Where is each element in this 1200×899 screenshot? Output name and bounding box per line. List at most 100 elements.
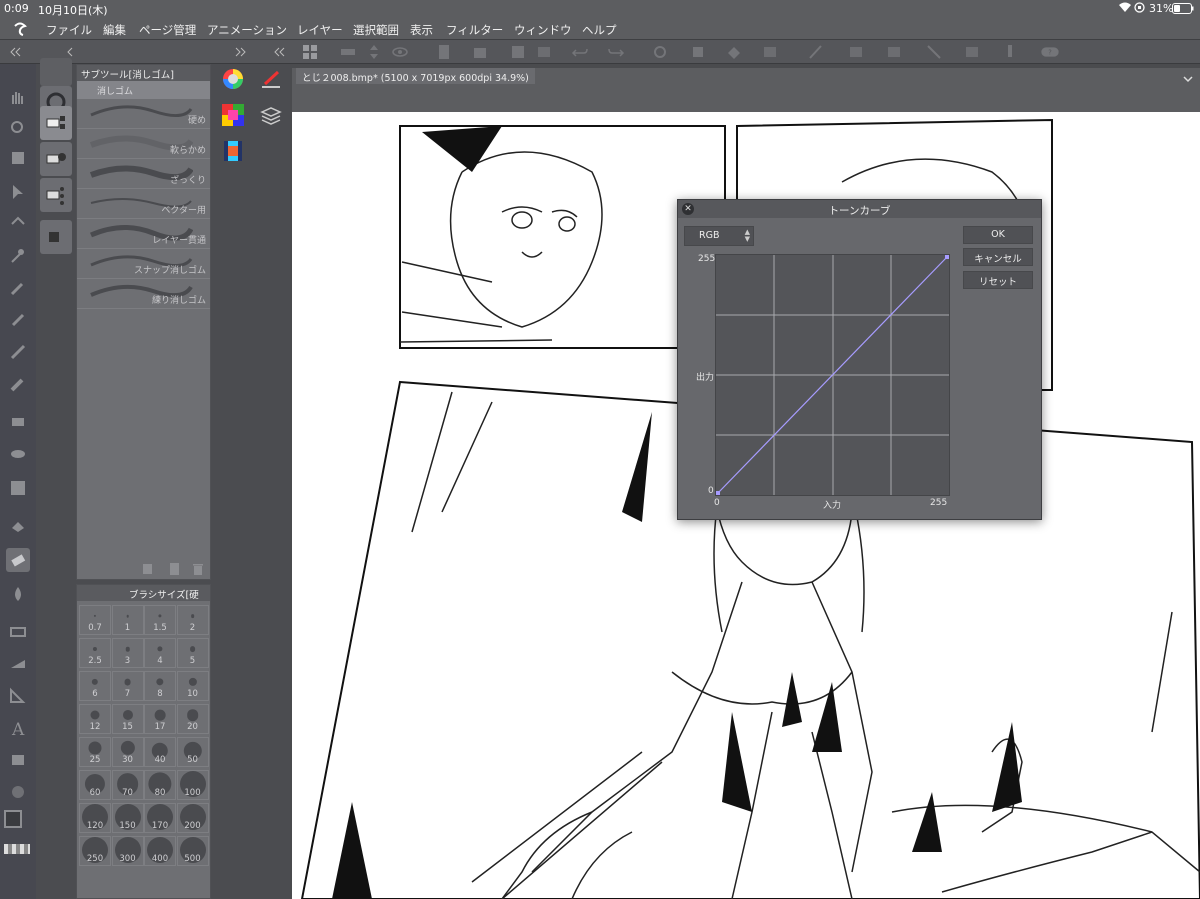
brush-size-option[interactable]: 120 <box>79 803 111 833</box>
subtool-item[interactable]: 練り消しゴム <box>77 279 210 309</box>
curve-control-point[interactable] <box>945 255 949 259</box>
brush-size-option[interactable]: 4 <box>144 638 176 668</box>
collapse-right-icon[interactable] <box>230 43 250 61</box>
menu-animation[interactable]: アニメーション <box>207 22 287 38</box>
brush-size-option[interactable]: 200 <box>176 803 209 833</box>
ruler-tool-icon[interactable] <box>6 684 30 708</box>
subtool-item[interactable]: 軟らかめ <box>77 129 210 159</box>
brush-size-option[interactable]: 250 <box>79 836 111 866</box>
gradient-icon[interactable] <box>6 476 30 500</box>
channel-select[interactable]: RGB ▲ ▼ <box>684 226 754 246</box>
help-icon[interactable]: ? <box>1040 43 1070 61</box>
brush-size-option[interactable]: 50 <box>176 737 209 767</box>
move-icon[interactable] <box>6 146 30 170</box>
brush-size-option[interactable]: 70 <box>111 770 144 800</box>
brush-size-option[interactable]: 30 <box>111 737 144 767</box>
menu-layer[interactable]: レイヤー <box>297 22 343 38</box>
blend-icon[interactable] <box>6 582 30 606</box>
ok-button[interactable]: OK <box>963 226 1033 244</box>
reset-button[interactable]: リセット <box>963 271 1033 289</box>
save-icon[interactable] <box>508 43 528 61</box>
hand-icon[interactable] <box>6 86 30 110</box>
pencil-icon[interactable] <box>6 340 30 364</box>
balloon-icon[interactable] <box>6 748 30 772</box>
tool-group-eraser-vector[interactable] <box>40 178 72 212</box>
brush-size-option[interactable]: 0.7 <box>79 605 111 635</box>
animation-timeline-icon[interactable] <box>222 140 244 162</box>
layers-icon[interactable] <box>259 104 283 128</box>
copy-subtool-icon[interactable] <box>141 561 155 575</box>
brush-size-option[interactable]: 100 <box>176 770 209 800</box>
airbrush-icon[interactable] <box>6 410 30 434</box>
menu-selection[interactable]: 選択範囲 <box>353 22 399 38</box>
clear-icon[interactable] <box>760 43 780 61</box>
zoom-icon[interactable] <box>6 116 30 140</box>
clip-studio-logo-icon[interactable] <box>12 21 28 37</box>
lasso-icon[interactable] <box>6 212 30 236</box>
select-icon[interactable] <box>846 43 866 61</box>
figure-icon[interactable] <box>6 620 30 644</box>
crop-icon[interactable] <box>884 43 904 61</box>
brush-size-option[interactable]: 300 <box>111 836 144 866</box>
text-tool-icon[interactable]: A <box>6 716 30 740</box>
brush-size-option[interactable]: 2 <box>176 605 209 635</box>
brush-size-option[interactable]: 40 <box>144 737 176 767</box>
brush-size-option[interactable]: 400 <box>144 836 176 866</box>
touch-icon[interactable] <box>1000 43 1020 61</box>
brush-size-option[interactable]: 8 <box>144 671 176 701</box>
pen-icon[interactable] <box>806 43 826 61</box>
brush-size-option[interactable]: 3 <box>111 638 144 668</box>
snap-icon[interactable] <box>962 43 982 61</box>
subtool-item[interactable]: ざっくり <box>77 159 210 189</box>
brush-size-option[interactable]: 2.5 <box>79 638 111 668</box>
pen-tool-icon[interactable] <box>6 308 30 332</box>
eye-icon[interactable] <box>390 43 410 61</box>
redo-icon[interactable] <box>606 43 626 61</box>
new-subtool-icon[interactable] <box>167 561 181 575</box>
brush-size-option[interactable]: 15 <box>111 704 144 734</box>
spinner-icon[interactable] <box>364 43 384 61</box>
transform-icon[interactable] <box>688 43 708 61</box>
brush-size-option[interactable]: 150 <box>111 803 144 833</box>
subtool-item[interactable]: ベクター用 <box>77 189 210 219</box>
export-icon[interactable] <box>534 43 554 61</box>
open-icon[interactable] <box>470 43 490 61</box>
brush-size-option[interactable]: 500 <box>176 836 209 866</box>
menu-help[interactable]: ヘルプ <box>582 22 617 38</box>
wand-icon[interactable] <box>6 244 30 268</box>
tool-group-eraser[interactable] <box>40 106 72 140</box>
brush-size-option[interactable]: 20 <box>176 704 209 734</box>
document-tab[interactable]: とじ２008.bmp* (5100 x 7019px 600dpi 34.9%) <box>296 68 535 84</box>
close-icon[interactable]: ✕ <box>682 203 694 215</box>
undo-icon[interactable] <box>570 43 590 61</box>
frame-icon[interactable] <box>6 652 30 676</box>
tool-property-icon[interactable] <box>259 68 283 92</box>
brush-size-option[interactable]: 17 <box>144 704 176 734</box>
brush-size-option[interactable]: 25 <box>79 737 111 767</box>
select-arrow-icon[interactable] <box>6 180 30 204</box>
settings-icon[interactable] <box>650 43 670 61</box>
new-document-icon[interactable] <box>434 43 454 61</box>
brush-size-option[interactable]: 170 <box>144 803 176 833</box>
subtool-item[interactable]: レイヤー貫通 <box>77 219 210 249</box>
menu-filter[interactable]: フィルター <box>446 22 503 38</box>
subtool-item[interactable]: 硬め <box>77 99 210 129</box>
brush-size-option[interactable]: 6 <box>79 671 111 701</box>
main-color-swatch[interactable] <box>4 810 22 828</box>
brush-size-option[interactable]: 5 <box>176 638 209 668</box>
eraser-tool-icon[interactable] <box>6 548 30 572</box>
brush-size-option[interactable]: 7 <box>111 671 144 701</box>
trash-icon[interactable] <box>191 561 205 575</box>
color-wheel-icon[interactable] <box>222 68 244 90</box>
grid-menu-icon[interactable] <box>300 43 320 61</box>
brush-size-option[interactable]: 60 <box>79 770 111 800</box>
chevron-down-icon[interactable] <box>1182 70 1194 83</box>
ruler-icon[interactable] <box>924 43 944 61</box>
menu-page[interactable]: ページ管理 <box>139 22 196 38</box>
hide-icon[interactable] <box>338 43 358 61</box>
brush-size-option[interactable]: 12 <box>79 704 111 734</box>
color-set-icon[interactable] <box>222 104 244 126</box>
tool-group-extra[interactable] <box>40 220 72 254</box>
menu-view[interactable]: 表示 <box>410 22 433 38</box>
menu-window[interactable]: ウィンドウ <box>514 22 572 38</box>
